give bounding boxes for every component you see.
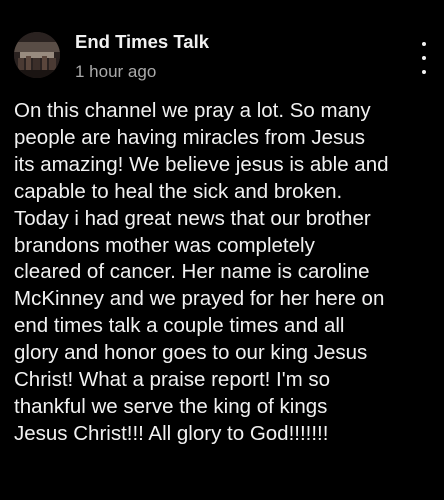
more-vert-icon-dot — [422, 70, 426, 74]
community-post: End Times Talk 1 hour ago On this channe… — [0, 0, 444, 500]
channel-avatar[interactable] — [14, 32, 60, 78]
channel-avatar-image — [14, 32, 60, 78]
post-timestamp: 1 hour ago — [75, 62, 157, 81]
channel-name[interactable]: End Times Talk — [75, 31, 209, 53]
more-vert-icon — [422, 42, 426, 46]
post-body: On this channel we pray a lot. So many p… — [14, 99, 389, 445]
more-options-button[interactable] — [412, 38, 436, 78]
more-vert-icon-dot — [422, 56, 426, 60]
